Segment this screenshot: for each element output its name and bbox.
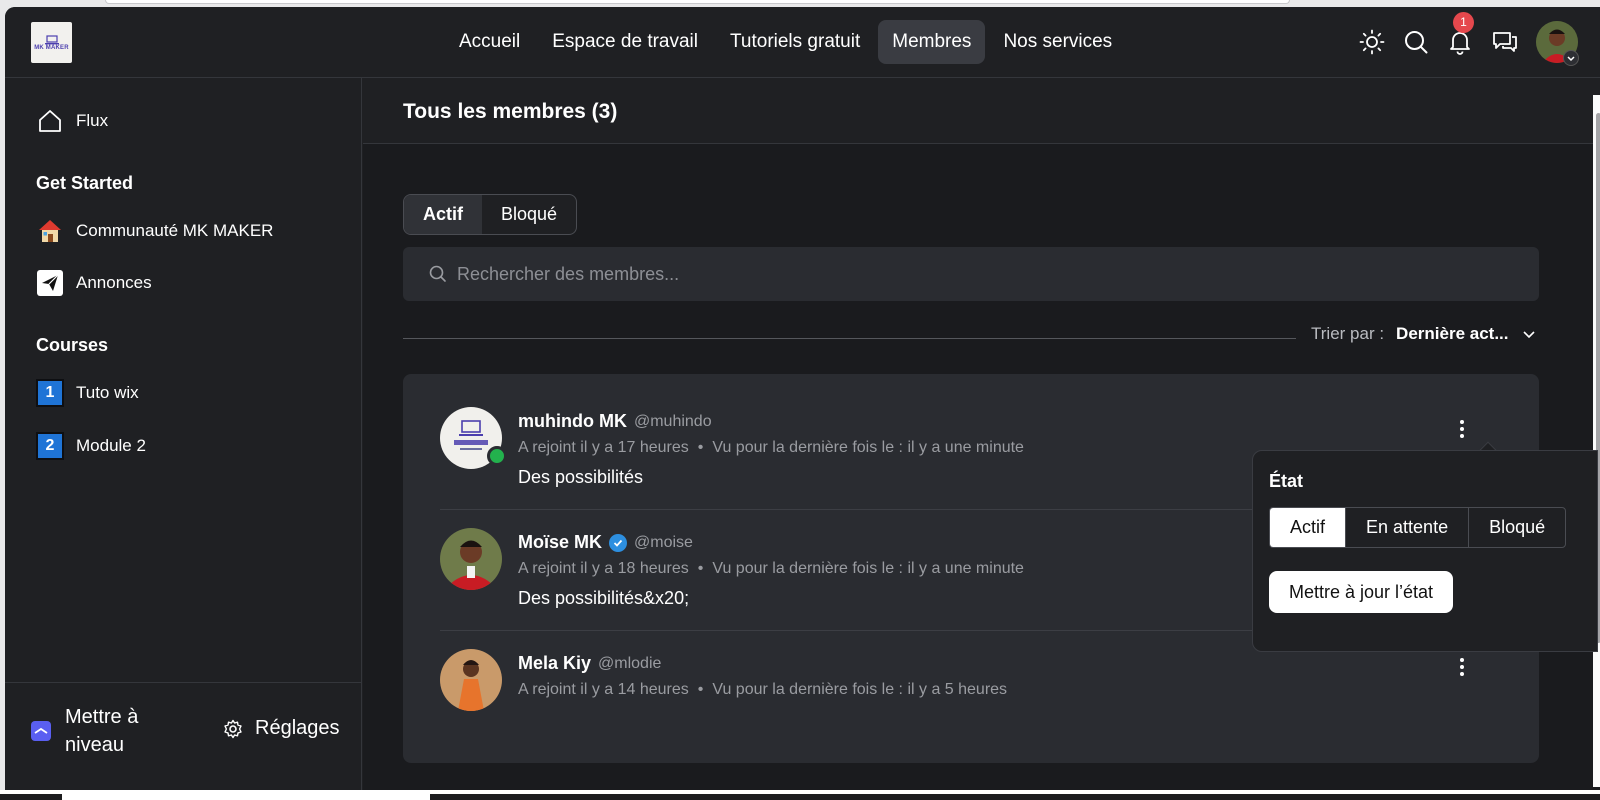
member-meta: A rejoint il y a 17 heures • Vu pour la de…	[518, 439, 1024, 457]
browser-top-edge	[105, 0, 1290, 4]
status-option-bloque[interactable]: Bloqué	[1468, 508, 1565, 547]
home-icon	[36, 107, 64, 135]
bell-icon[interactable]	[1447, 29, 1473, 55]
member-meta: A rejoint il y a 18 heures • Vu pour la de…	[518, 560, 1024, 578]
bullet-separator: •	[697, 439, 704, 456]
avatar[interactable]	[440, 528, 502, 590]
member-name-row: Moïse MK @moise	[518, 532, 693, 553]
section-title-get-started: Get Started	[36, 173, 134, 193]
status-options: Actif En attente Bloqué	[1269, 507, 1567, 548]
sidebar-item-annonces[interactable]: Annonces	[36, 269, 152, 297]
status-popover: État Actif En attente Bloqué Mettre à jo…	[1252, 450, 1598, 652]
member-joined: A rejoint il y a 14 heures	[518, 681, 689, 698]
member-search-box	[403, 247, 1539, 301]
number-1-icon: 1	[36, 379, 64, 407]
tab-bloque[interactable]: Bloqué	[482, 195, 576, 234]
page-title: Tous les membres (3)	[403, 100, 618, 123]
avatar-photo-icon	[440, 649, 502, 711]
verified-badge-icon	[609, 533, 628, 552]
members-page: Tous les membres (3) Actif Bloqué Trier …	[363, 78, 1600, 790]
sidebar-item-label: Module 2	[76, 436, 146, 455]
member-handle: @mlodie	[598, 654, 662, 672]
member-joined: A rejoint il y a 17 heures	[518, 439, 689, 456]
sun-icon[interactable]	[1359, 29, 1385, 55]
sort-label: Trier par :	[1311, 324, 1385, 343]
member-meta: A rejoint il y a 14 heures • Vu pour la de…	[518, 681, 1007, 699]
logo-text: MK MAKER	[34, 44, 69, 51]
nav-item-accueil[interactable]: Accueil	[445, 20, 534, 64]
status-option-en-attente[interactable]: En attente	[1345, 508, 1468, 547]
sidebar-item-label: Annonces	[76, 273, 152, 292]
member-name[interactable]: Mela Kiy	[518, 653, 591, 674]
app-window: MK MAKER Accueil Espace de travail Tutor…	[5, 7, 1600, 790]
status-option-actif[interactable]: Actif	[1270, 508, 1346, 547]
member-name[interactable]: muhindo MK	[518, 411, 627, 432]
chevron-down-icon	[1567, 56, 1575, 62]
nav-item-tutoriels[interactable]: Tutoriels gratuit	[716, 20, 874, 64]
member-name[interactable]: Moïse MK	[518, 532, 602, 553]
sidebar-footer: Mettre à niveau Réglages	[5, 682, 362, 790]
search-icon[interactable]	[1403, 29, 1429, 55]
more-options-icon[interactable]	[1452, 655, 1472, 679]
search-input[interactable]	[457, 247, 1517, 301]
top-header: MK MAKER Accueil Espace de travail Tutor…	[5, 7, 1600, 78]
nav-item-membres[interactable]: Membres	[878, 20, 986, 64]
brand-logo[interactable]: MK MAKER	[31, 22, 72, 63]
nav-item-nos-services[interactable]: Nos services	[989, 20, 1126, 64]
member-handle: @moise	[634, 533, 693, 551]
member-joined: A rejoint il y a 18 heures	[518, 560, 689, 577]
page-header: Tous les membres (3)	[363, 78, 1600, 144]
sidebar-item-label: Communauté MK MAKER	[76, 221, 274, 240]
member-last-seen: Vu pour la dernière fois le : il y a une…	[712, 439, 1024, 456]
number-2-icon: 2	[36, 432, 64, 460]
update-status-button[interactable]: Mettre à jour l’état	[1269, 571, 1454, 613]
tab-actif[interactable]: Actif	[404, 195, 482, 234]
online-status-dot	[487, 446, 507, 466]
laptop-logo-icon	[44, 34, 59, 44]
house-emoji-icon	[36, 217, 64, 245]
member-status-tabs: Actif Bloqué	[403, 194, 578, 235]
upgrade-label: Mettre à niveau	[65, 706, 139, 756]
sidebar-item-module-2[interactable]: 2 Module 2	[36, 432, 146, 460]
member-last-seen: Vu pour la dernière fois le : il y a 5 h…	[712, 681, 1008, 698]
notification-badge: 1	[1453, 12, 1474, 33]
member-name-row: muhindo MK @muhindo	[518, 411, 712, 432]
more-options-icon[interactable]	[1452, 417, 1472, 441]
settings-label: Réglages	[255, 717, 340, 739]
sidebar-item-label: Flux	[76, 111, 109, 130]
sidebar-item-tuto-wix[interactable]: 1 Tuto wix	[36, 379, 139, 407]
sidebar-item-label: Tuto wix	[76, 383, 139, 402]
main-nav: Accueil Espace de travail Tutoriels grat…	[445, 20, 1126, 64]
divider	[403, 338, 1296, 339]
avatar[interactable]	[440, 649, 502, 711]
avatar-photo-icon	[440, 528, 502, 590]
chat-icon[interactable]	[1492, 29, 1518, 55]
section-title-courses: Courses	[36, 335, 109, 355]
popover-title: État	[1269, 471, 1304, 491]
taskbar-edge	[0, 790, 1600, 800]
search-icon	[429, 265, 446, 282]
sort-dropdown[interactable]: Trier par : Dernière act...	[1311, 324, 1537, 344]
avatar-dropdown-toggle[interactable]	[1563, 50, 1579, 66]
sidebar-item-flux[interactable]: Flux	[36, 107, 108, 135]
gear-icon	[224, 719, 242, 738]
member-name-row: Mela Kiy @mlodie	[518, 653, 661, 674]
sort-value: Dernière act...	[1396, 324, 1509, 343]
member-bio: Des possibilités	[518, 467, 644, 487]
sidebar: Flux Get Started Communauté MK MAKER Ann…	[5, 78, 362, 790]
member-bio: Des possibilités&x20;	[518, 588, 690, 608]
upgrade-icon	[31, 721, 51, 741]
chevron-down-icon	[1522, 331, 1535, 339]
upgrade-button[interactable]: Mettre à niveau	[31, 703, 175, 759]
bullet-separator: •	[697, 681, 704, 698]
member-handle: @muhindo	[633, 412, 712, 430]
sidebar-item-communaute[interactable]: Communauté MK MAKER	[36, 217, 273, 245]
member-last-seen: Vu pour la dernière fois le : il y a une…	[712, 560, 1024, 577]
bullet-separator: •	[697, 560, 704, 577]
paper-plane-icon	[36, 269, 64, 297]
settings-button[interactable]: Réglages	[223, 717, 340, 740]
nav-item-espace-de-travail[interactable]: Espace de travail	[538, 20, 712, 64]
